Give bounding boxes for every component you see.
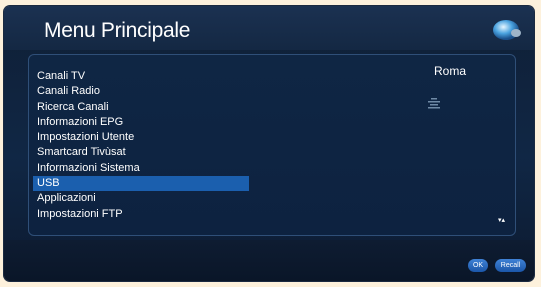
menu-item-usb[interactable]: USB bbox=[33, 176, 249, 192]
footer-bar bbox=[4, 240, 534, 281]
menu-item-impostazioni-ftp[interactable]: Impostazioni FTP bbox=[33, 207, 249, 222]
menu-item-canali-tv[interactable]: Canali TV bbox=[33, 69, 249, 84]
header-bar: Menu Principale bbox=[4, 6, 534, 50]
ok-button[interactable]: OK bbox=[468, 259, 488, 272]
menu-panel: Canali TV Canali Radio Ricerca Canali In… bbox=[28, 54, 516, 236]
menu-item-informazioni-sistema[interactable]: Informazioni Sistema bbox=[33, 161, 249, 176]
recall-button[interactable]: Recall bbox=[495, 259, 526, 272]
menu-item-ricerca-canali[interactable]: Ricerca Canali bbox=[33, 100, 249, 115]
menu-item-impostazioni-utente[interactable]: Impostazioni Utente bbox=[33, 130, 249, 145]
scroll-arrows-icon[interactable]: ▾▴ bbox=[498, 217, 505, 224]
page-title: Menu Principale bbox=[44, 19, 191, 42]
tv-screen: Menu Principale Canali TV Canali Radio R… bbox=[4, 6, 534, 281]
menu-item-canali-radio[interactable]: Canali Radio bbox=[33, 84, 249, 99]
globe-logo-icon bbox=[493, 20, 521, 40]
menu-item-applicazioni[interactable]: Applicazioni bbox=[33, 191, 249, 206]
weather-lines-icon bbox=[428, 98, 440, 109]
menu-item-informazioni-epg[interactable]: Informazioni EPG bbox=[33, 115, 249, 130]
city-label: Roma bbox=[434, 64, 467, 78]
main-menu-list: Canali TV Canali Radio Ricerca Canali In… bbox=[33, 69, 249, 222]
menu-item-smartcard-tivusat[interactable]: Smartcard Tivùsat bbox=[33, 145, 249, 160]
